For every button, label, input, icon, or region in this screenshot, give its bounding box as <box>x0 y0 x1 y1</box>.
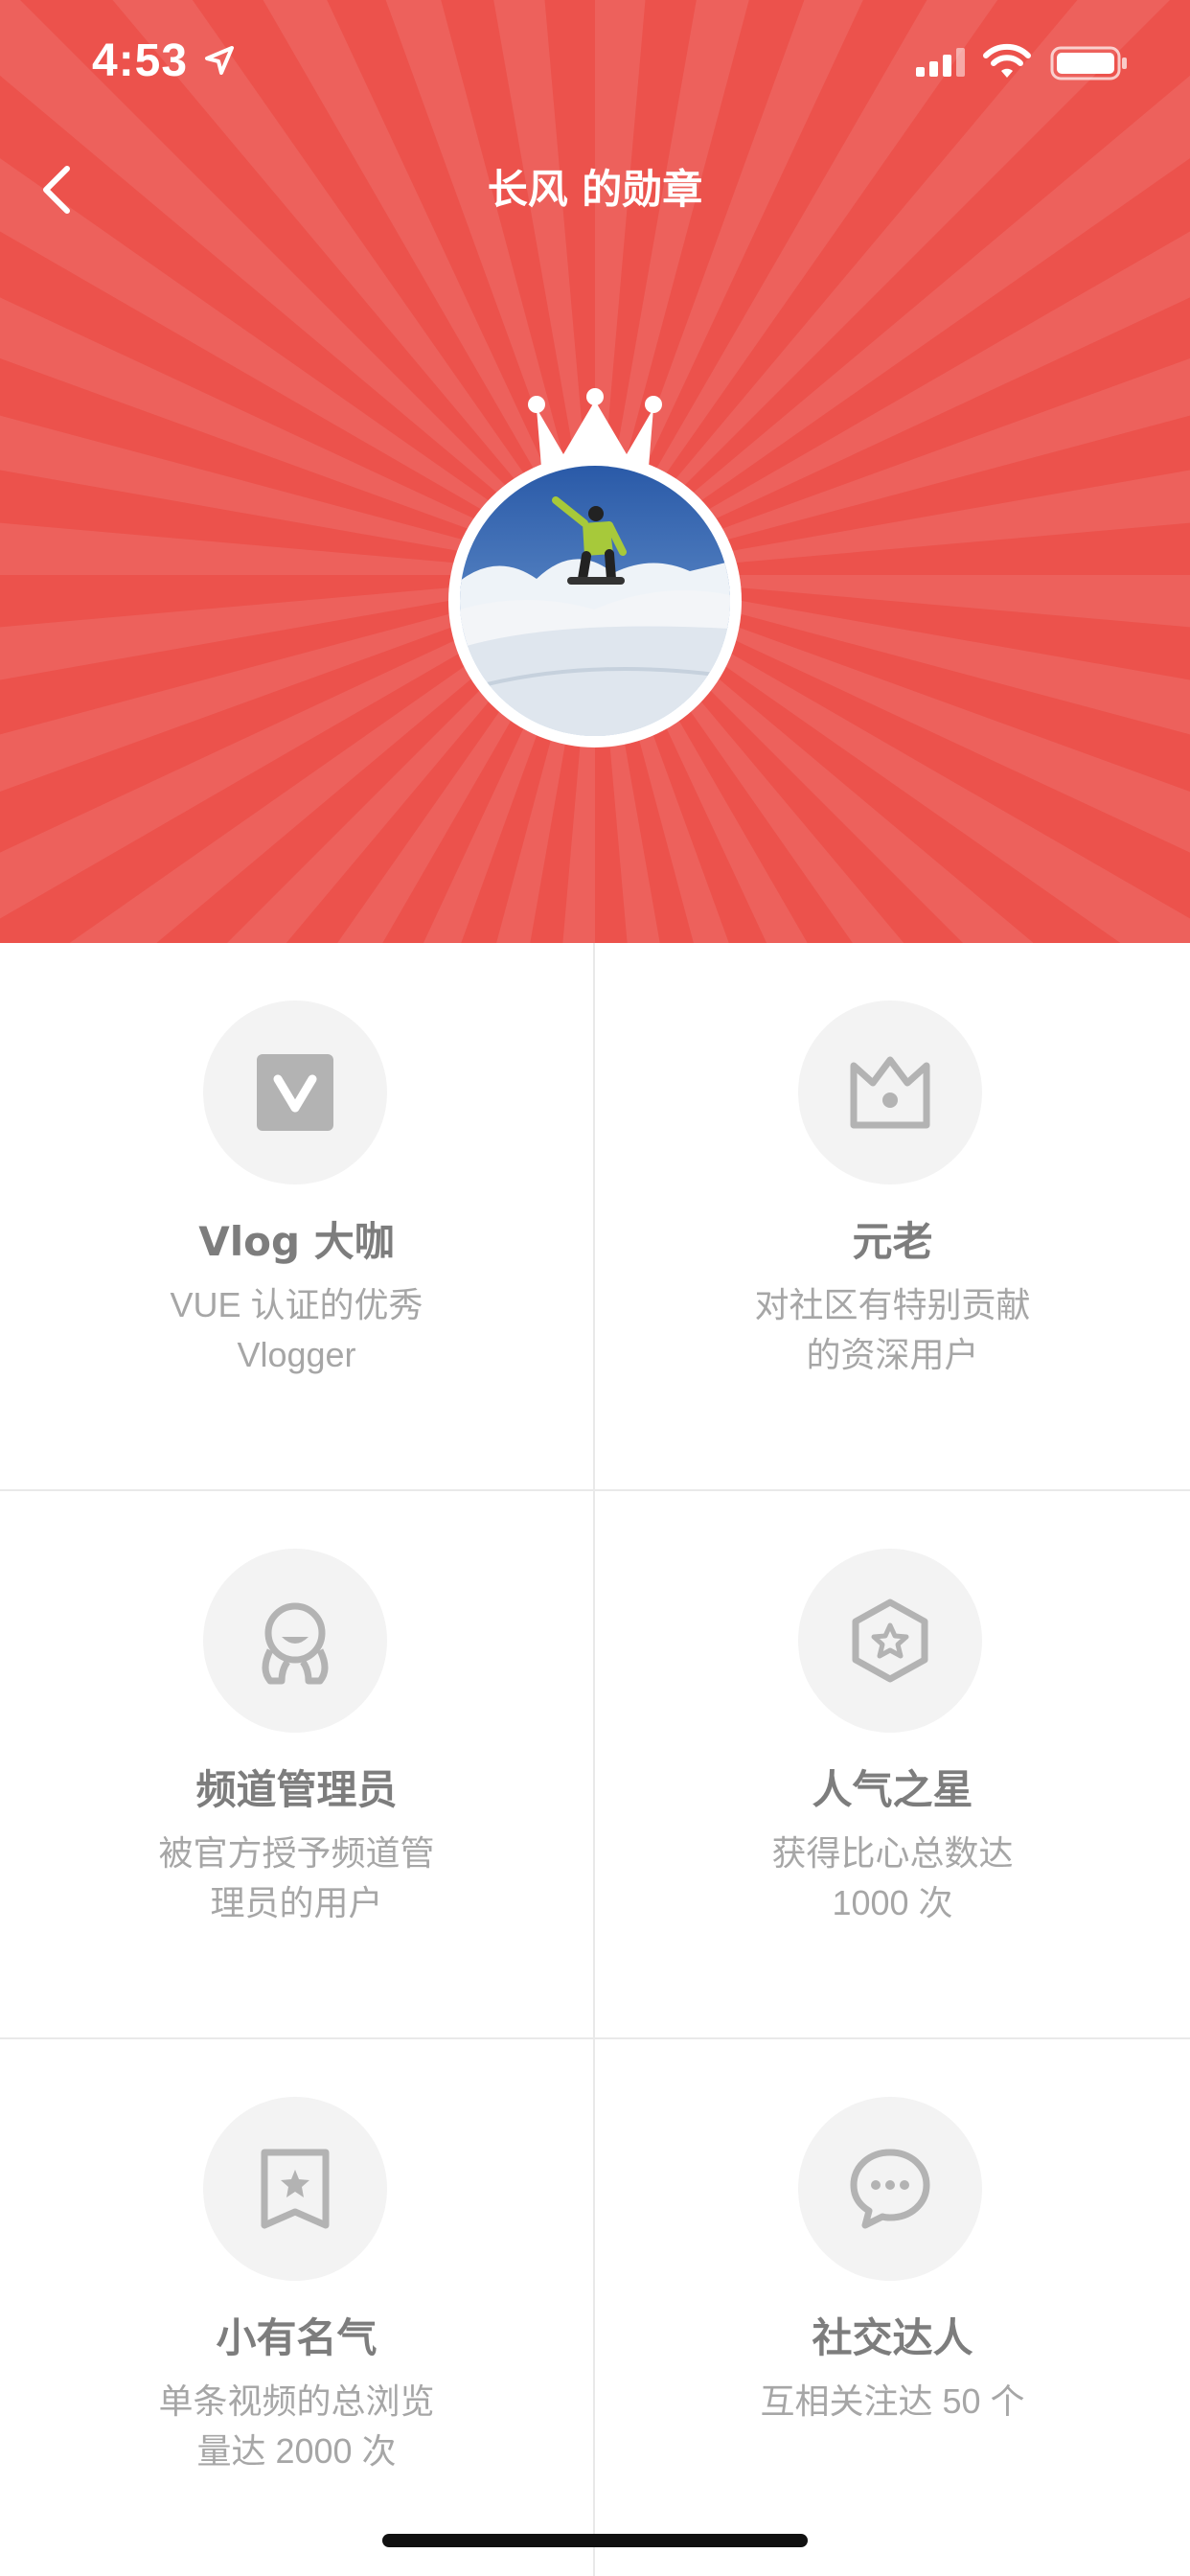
badge-description: 对社区有特别贡献的资深用户 <box>754 1285 1031 1374</box>
badge-icon-circle <box>798 2097 982 2281</box>
badge-icon-circle <box>798 1549 982 1733</box>
badge-title: 频道管理员 <box>195 1766 398 1813</box>
badge-icon-circle <box>203 1000 387 1184</box>
badge-description: VUE 认证的优秀 Vlogger <box>170 1285 423 1374</box>
status-time: 4:53 <box>92 35 189 86</box>
status-bar: 4:53 <box>0 0 1190 126</box>
crown-outline-icon <box>850 1056 930 1129</box>
badge-icon-circle <box>203 2097 387 2281</box>
avatar[interactable] <box>448 454 742 748</box>
navigation-bar: 长风 的勋章 <box>0 144 1190 236</box>
manager-icon <box>262 1602 329 1685</box>
badge-card-veteran[interactable]: 元老 对社区有特别贡献的资深用户 <box>595 943 1190 1491</box>
page-title: 长风 的勋章 <box>487 166 703 213</box>
avatar-photo <box>460 466 730 736</box>
bookmark-star-icon <box>261 2149 330 2229</box>
user-avatar-group <box>448 387 742 751</box>
badge-icon-circle <box>798 1000 982 1184</box>
location-arrow-icon <box>205 46 234 75</box>
badge-page: 4:53 长风 的勋章 Vlog 大咖 VUE 认证的优秀 Vlogger 元老… <box>0 0 1190 2576</box>
battery-icon <box>1050 46 1127 80</box>
home-indicator[interactable] <box>382 2534 808 2547</box>
badge-header: 4:53 长风 的勋章 <box>0 0 1190 943</box>
wifi-icon <box>983 43 1031 78</box>
badge-grid: Vlog 大咖 VUE 认证的优秀 Vlogger 元老 对社区有特别贡献的资深… <box>0 943 1190 2576</box>
hexagon-star-icon <box>852 1598 928 1683</box>
badge-card-social[interactable]: 社交达人 互相关注达 50 个 <box>595 2039 1190 2576</box>
badge-title: 小有名气 <box>216 2314 378 2361</box>
badge-description: 被官方授予频道管理员的用户 <box>158 1833 435 1922</box>
badge-title: 元老 <box>852 1218 933 1265</box>
badge-title: Vlog 大咖 <box>198 1218 395 1265</box>
badge-icon-circle <box>203 1549 387 1733</box>
badge-card-vlog[interactable]: Vlog 大咖 VUE 认证的优秀 Vlogger <box>0 943 595 1491</box>
v-icon <box>257 1054 333 1131</box>
badge-description: 单条视频的总浏览量达 2000 次 <box>158 2381 435 2471</box>
badge-title: 人气之星 <box>812 1766 973 1813</box>
badge-card-popular-star[interactable]: 人气之星 获得比心总数达 1000 次 <box>595 1491 1190 2039</box>
cellular-signal-icon <box>916 48 965 77</box>
badge-card-well-known[interactable]: 小有名气 单条视频的总浏览量达 2000 次 <box>0 2039 595 2576</box>
badge-title: 社交达人 <box>812 2314 973 2361</box>
badge-description: 互相关注达 50 个 <box>760 2381 1025 2421</box>
badge-description: 获得比心总数达 1000 次 <box>771 1833 1014 1922</box>
chat-bubble-icon <box>850 2149 930 2229</box>
badge-card-channel-admin[interactable]: 频道管理员 被官方授予频道管理员的用户 <box>0 1491 595 2039</box>
